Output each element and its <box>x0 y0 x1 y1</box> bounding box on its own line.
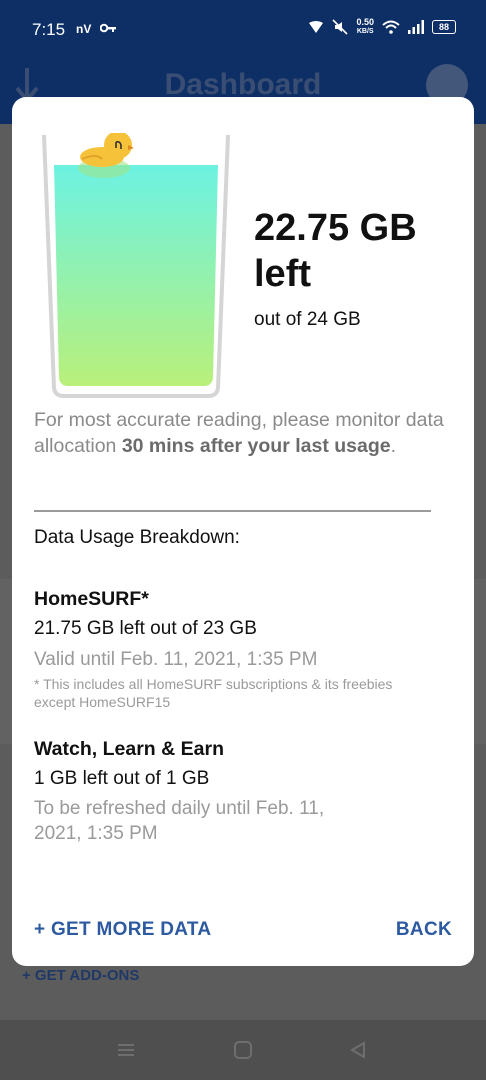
homesurf-remaining: 21.75 GB left out of 23 GB <box>34 618 257 639</box>
homesurf-footnote: * This includes all HomeSURF subscriptio… <box>34 676 393 710</box>
note-suffix: . <box>390 435 397 457</box>
wle-validity: To be refreshed daily until Feb. 11, 202… <box>34 798 325 844</box>
mute-icon <box>332 19 349 35</box>
speed-unit: KB/S <box>356 28 374 35</box>
speed-value: 0.50 <box>356 17 374 27</box>
get-more-data-button[interactable]: + GET MORE DATA <box>34 919 211 941</box>
remaining-data: 22.75 GB left <box>254 207 417 295</box>
status-time: 7:15 <box>32 20 66 39</box>
vpn-key-icon <box>100 23 116 33</box>
status-bar: 7:15 nV 0.50 KB/S 88 <box>0 0 486 60</box>
homesurf-validity: Valid until Feb. 11, 2021, 1:35 PM <box>34 649 318 670</box>
wifi-icon <box>382 20 400 34</box>
vpn-icon <box>309 21 324 33</box>
divider <box>34 510 431 512</box>
wle-title: Watch, Learn & Earn <box>34 738 224 760</box>
get-add-ons-link[interactable]: + GET ADD-ONS <box>22 967 139 984</box>
network-speed: 0.50 KB/S <box>356 18 374 36</box>
back-nav-icon[interactable] <box>348 1040 368 1060</box>
carrier-label: nV <box>76 22 92 36</box>
homesurf-title: HomeSURF* <box>34 588 149 610</box>
total-data: out of 24 GB <box>254 309 361 330</box>
back-button[interactable]: BACK <box>396 919 452 941</box>
accuracy-note: For most accurate reading, please monito… <box>34 407 454 459</box>
menu-icon[interactable] <box>116 1040 136 1060</box>
battery-icon: 88 <box>432 20 456 34</box>
system-nav-bar <box>0 1020 486 1080</box>
breakdown-title: Data Usage Breakdown: <box>34 527 240 548</box>
home-icon[interactable] <box>233 1040 253 1060</box>
data-glass-illustration <box>42 133 230 398</box>
data-balance-dialog: 22.75 GB left out of 24 GB For most accu… <box>12 97 474 966</box>
signal-icon <box>408 20 424 34</box>
wle-remaining: 1 GB left out of 1 GB <box>34 768 210 789</box>
note-bold-text: 30 mins after your last usage <box>121 435 391 457</box>
